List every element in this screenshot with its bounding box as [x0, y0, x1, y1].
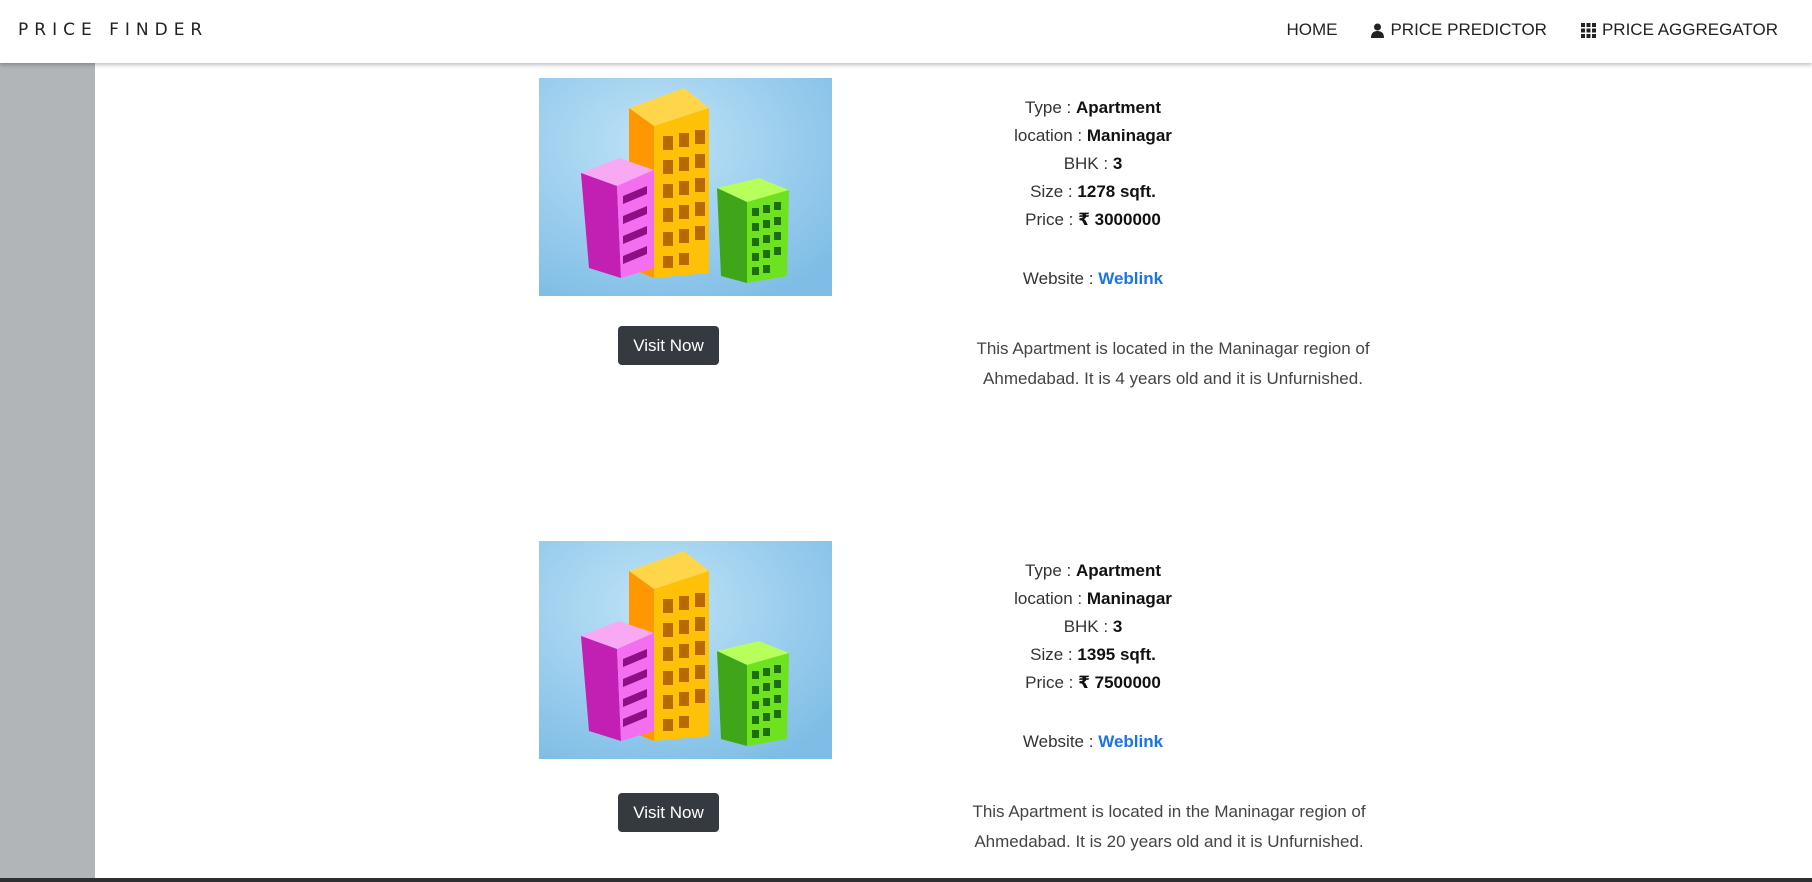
property-image: [539, 78, 832, 296]
nav-home[interactable]: HOME: [1286, 20, 1337, 40]
listing-description: This Apartment is located in the Maninag…: [976, 339, 1370, 388]
weblink-link[interactable]: Weblink: [1098, 732, 1163, 751]
size-label: Size :: [1030, 182, 1073, 201]
listing-details: Type : Apartment location : Maninagar BH…: [923, 557, 1263, 756]
type-value: Apartment: [1076, 561, 1162, 580]
price-row: Price : ₹ 7500000: [923, 669, 1263, 697]
size-label: Size :: [1030, 645, 1073, 664]
visit-now-button[interactable]: Visit Now: [618, 326, 719, 365]
nav-home-label: HOME: [1286, 20, 1338, 39]
nav-price-aggregator-label: PRICE AGGREGATOR: [1601, 20, 1778, 39]
top-navbar: PRICE FINDER HOME PRICE PREDICTOR PRICE …: [0, 0, 1812, 63]
property-image: [539, 541, 832, 759]
size-value: 1395 sqft.: [1077, 645, 1156, 664]
type-row: Type : Apartment: [923, 94, 1263, 122]
type-label: Type :: [1024, 98, 1072, 117]
bhk-value: 3: [1112, 154, 1123, 173]
website-label: Website :: [1022, 732, 1094, 751]
price-value: ₹ 3000000: [1078, 210, 1161, 229]
price-value: ₹ 7500000: [1078, 673, 1161, 692]
location-row: location : Maninagar: [923, 122, 1263, 150]
location-value: Maninagar: [1086, 126, 1172, 145]
size-row: Size : 1395 sqft.: [923, 641, 1263, 669]
grid-icon: [1580, 22, 1596, 38]
size-value: 1278 sqft.: [1077, 182, 1156, 201]
listings-container: Visit Now Type : Apartment location : Ma…: [95, 63, 1812, 878]
website-row: Website : Weblink: [923, 265, 1263, 293]
location-label: location :: [1014, 589, 1083, 608]
type-value: Apartment: [1076, 98, 1162, 117]
price-label: Price :: [1025, 210, 1074, 229]
location-row: location : Maninagar: [923, 585, 1263, 613]
nav-price-aggregator[interactable]: PRICE AGGREGATOR: [1580, 20, 1778, 40]
user-icon: [1371, 23, 1385, 38]
bhk-label: BHK :: [1063, 617, 1109, 636]
type-row: Type : Apartment: [923, 557, 1263, 585]
price-row: Price : ₹ 3000000: [923, 206, 1263, 234]
website-row: Website : Weblink: [923, 728, 1263, 756]
nav-price-predictor-label: PRICE PREDICTOR: [1390, 20, 1547, 39]
location-value: Maninagar: [1086, 589, 1172, 608]
type-label: Type :: [1024, 561, 1072, 580]
visit-now-button[interactable]: Visit Now: [618, 793, 719, 832]
bhk-value: 3: [1112, 617, 1123, 636]
size-row: Size : 1278 sqft.: [923, 178, 1263, 206]
nav-menu: HOME PRICE PREDICTOR PRICE AGGREGATOR: [1286, 20, 1778, 40]
listing-details: Type : Apartment location : Maninagar BH…: [923, 94, 1263, 293]
website-label: Website :: [1022, 269, 1094, 288]
nav-price-predictor[interactable]: PRICE PREDICTOR: [1371, 20, 1547, 40]
brand-logo[interactable]: PRICE FINDER: [18, 20, 208, 40]
bhk-row: BHK : 3: [923, 613, 1263, 641]
bottom-border: [0, 878, 1812, 882]
weblink-link[interactable]: Weblink: [1098, 269, 1163, 288]
bhk-label: BHK :: [1063, 154, 1109, 173]
location-label: location :: [1014, 126, 1083, 145]
bhk-row: BHK : 3: [923, 150, 1263, 178]
listing-description: This Apartment is located in the Maninag…: [972, 802, 1366, 851]
price-label: Price :: [1025, 673, 1074, 692]
